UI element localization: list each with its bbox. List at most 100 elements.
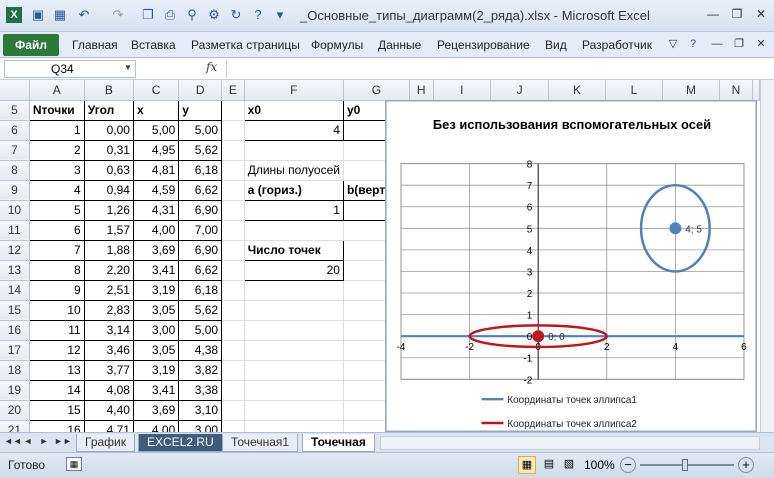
cell[interactable]: 3,05 bbox=[132, 339, 180, 361]
row-header[interactable]: 7 bbox=[0, 140, 30, 161]
cell[interactable] bbox=[244, 400, 344, 421]
macro-icon[interactable]: ⚙ bbox=[206, 7, 222, 23]
zoom-in-icon[interactable]: + bbox=[738, 457, 754, 473]
tab-data[interactable]: Данные bbox=[378, 38, 421, 52]
tab-file[interactable]: Файл bbox=[3, 34, 59, 56]
cell[interactable]: 4 bbox=[243, 119, 344, 141]
cell[interactable]: y bbox=[178, 99, 223, 121]
cell[interactable]: Nточки bbox=[28, 99, 85, 121]
page-break-view-icon[interactable]: ▧ bbox=[560, 456, 578, 474]
cell[interactable]: 0,00 bbox=[83, 119, 134, 141]
cell[interactable]: 3,00 bbox=[178, 419, 223, 432]
row-header[interactable]: 16 bbox=[0, 320, 30, 341]
column-header[interactable]: F bbox=[244, 80, 344, 101]
copy-icon[interactable]: ❐ bbox=[140, 7, 156, 23]
cell[interactable]: 5,62 bbox=[178, 139, 223, 161]
sheet-tab-tochechnaya1[interactable]: Точечная1 bbox=[222, 434, 299, 452]
cell[interactable]: 5,00 bbox=[178, 119, 223, 141]
cell[interactable]: 5,00 bbox=[132, 119, 180, 141]
cell[interactable]: 6 bbox=[28, 219, 85, 241]
cell[interactable]: a (гориз.) bbox=[243, 179, 344, 201]
column-header[interactable]: G bbox=[343, 80, 410, 101]
zoom-level[interactable]: 100% bbox=[584, 458, 615, 472]
cell[interactable]: 2 bbox=[28, 139, 85, 161]
zoom-slider-thumb[interactable] bbox=[682, 459, 688, 471]
cell[interactable]: 3,82 bbox=[178, 359, 223, 381]
row-header[interactable]: 5 bbox=[0, 100, 30, 121]
cell[interactable]: 0,94 bbox=[83, 179, 134, 201]
cell[interactable]: 6,62 bbox=[178, 179, 223, 201]
cell[interactable] bbox=[244, 340, 344, 361]
restore-icon[interactable]: ❐ bbox=[728, 6, 746, 22]
last-sheet-icon[interactable]: ►► bbox=[54, 436, 72, 446]
row-header[interactable]: 8 bbox=[0, 160, 30, 181]
cell[interactable] bbox=[244, 280, 344, 301]
chart-icon[interactable]: ▦ bbox=[52, 7, 68, 23]
column-header[interactable]: N bbox=[719, 80, 754, 101]
cell[interactable] bbox=[244, 420, 344, 432]
cell[interactable] bbox=[221, 220, 245, 241]
cell[interactable]: 4,00 bbox=[132, 419, 180, 432]
cell[interactable]: 3,00 bbox=[132, 319, 180, 341]
row-header[interactable]: 19 bbox=[0, 380, 30, 401]
cell[interactable]: 4,71 bbox=[83, 419, 134, 432]
tab-view[interactable]: Вид bbox=[545, 38, 567, 52]
collapse-ribbon-icon[interactable]: ▽ bbox=[666, 37, 680, 51]
cell[interactable]: 4,40 bbox=[83, 399, 134, 421]
cell[interactable]: 1,88 bbox=[83, 239, 134, 261]
column-header[interactable]: H bbox=[409, 80, 434, 101]
cell[interactable] bbox=[221, 180, 245, 201]
print-preview-icon[interactable]: ⚲ bbox=[184, 7, 200, 23]
cell[interactable]: 5,62 bbox=[178, 299, 223, 321]
minimize-window-icon[interactable]: — bbox=[710, 37, 724, 51]
cell[interactable] bbox=[221, 380, 245, 401]
column-header[interactable]: E bbox=[221, 80, 245, 101]
insert-function-icon[interactable]: fx bbox=[206, 60, 217, 74]
cell[interactable] bbox=[221, 420, 245, 432]
cell[interactable]: 3,05 bbox=[132, 299, 180, 321]
cell[interactable]: x0 bbox=[243, 99, 344, 121]
normal-view-icon[interactable]: ▦ bbox=[518, 456, 536, 474]
cell[interactable] bbox=[244, 320, 344, 341]
cell[interactable]: 4,38 bbox=[178, 339, 223, 361]
qat-customize-icon[interactable]: ▾ bbox=[272, 7, 288, 23]
cell[interactable]: 13 bbox=[28, 359, 85, 381]
cell[interactable] bbox=[221, 160, 245, 181]
vertical-scrollbar[interactable] bbox=[760, 80, 774, 432]
refresh-icon[interactable]: ↻ bbox=[228, 7, 244, 23]
cell[interactable]: 0,31 bbox=[83, 139, 134, 161]
cell[interactable]: Число точек bbox=[243, 239, 344, 261]
cell[interactable]: Угол bbox=[83, 99, 134, 121]
cell[interactable]: 3,19 bbox=[132, 359, 180, 381]
cell[interactable]: Длины полуосей bbox=[244, 160, 344, 181]
column-header[interactable]: D bbox=[178, 80, 223, 101]
cell[interactable]: 6,90 bbox=[178, 239, 223, 261]
cell[interactable]: 3,38 bbox=[178, 379, 223, 401]
row-header[interactable]: 15 bbox=[0, 300, 30, 321]
cell[interactable]: 4,08 bbox=[83, 379, 134, 401]
cell[interactable]: 3,69 bbox=[132, 399, 180, 421]
cell[interactable]: 4,00 bbox=[132, 219, 180, 241]
column-header[interactable]: I bbox=[433, 80, 492, 101]
cell[interactable]: 4,59 bbox=[132, 179, 180, 201]
cell[interactable]: 4,95 bbox=[132, 139, 180, 161]
row-header[interactable]: 21 bbox=[0, 420, 30, 432]
worksheet[interactable]: ABCDEFGHIJKLMN 5 Nточки Угол x y x0 y0 6 1 0,00 5,… bbox=[0, 80, 760, 432]
cell[interactable]: 3,77 bbox=[83, 359, 134, 381]
row-header[interactable]: 13 bbox=[0, 260, 30, 281]
row-header[interactable]: 17 bbox=[0, 340, 30, 361]
cell[interactable]: 6,18 bbox=[178, 279, 223, 301]
cell[interactable] bbox=[244, 300, 344, 321]
tab-page-layout[interactable]: Разметка страницы bbox=[191, 38, 300, 52]
cell[interactable] bbox=[221, 400, 245, 421]
help-icon[interactable]: ? bbox=[686, 37, 700, 51]
cell[interactable]: 3,41 bbox=[132, 379, 180, 401]
cell[interactable]: 1,57 bbox=[83, 219, 134, 241]
cell[interactable]: 4 bbox=[28, 179, 85, 201]
cell[interactable]: 6,90 bbox=[178, 199, 223, 221]
cell[interactable]: 9 bbox=[28, 279, 85, 301]
cell[interactable]: 1,26 bbox=[83, 199, 134, 221]
select-all-corner[interactable] bbox=[0, 80, 30, 101]
sheet-tab-grafik[interactable]: График bbox=[76, 434, 135, 452]
redo-icon[interactable]: ↷ bbox=[110, 7, 126, 23]
